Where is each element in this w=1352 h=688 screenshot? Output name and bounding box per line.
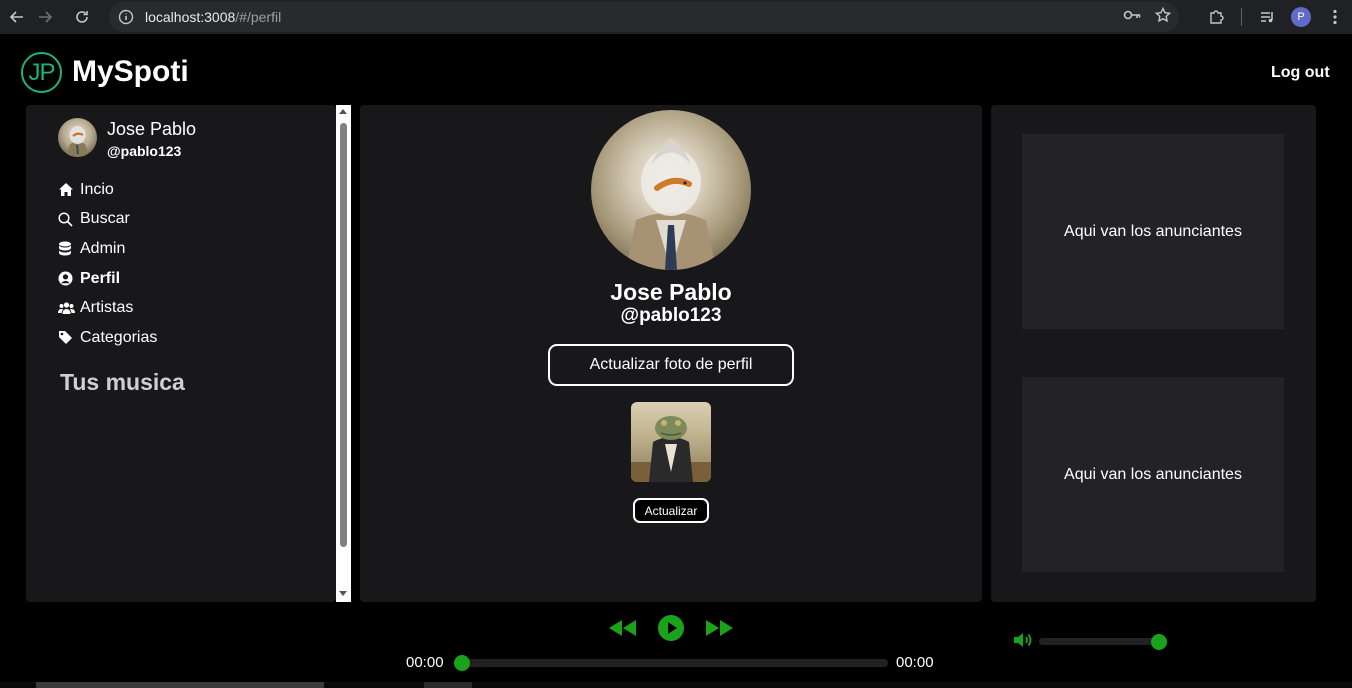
profile-avatar[interactable]: P xyxy=(1284,0,1318,34)
section-title-tus-musica: Tus musica xyxy=(60,369,185,395)
sidebar-item-categorias[interactable]: Categorias xyxy=(58,323,157,353)
sidebar-item-label: Incio xyxy=(80,180,114,198)
search-icon xyxy=(58,212,80,227)
sidebar-item-label: Artistas xyxy=(80,299,134,317)
address-bar[interactable]: localhost:3008/#/perfil xyxy=(109,2,1179,32)
home-icon xyxy=(58,182,80,197)
ad-slot[interactable]: Aqui van los anunciantes xyxy=(1022,377,1284,572)
sidebar-item-admin[interactable]: Admin xyxy=(58,234,157,264)
ad-slot[interactable]: Aqui van los anunciantes xyxy=(1022,134,1284,329)
sidebar: Jose Pablo @pablo123 Incio Buscar Admin … xyxy=(26,105,336,602)
profile-avatar-large xyxy=(591,110,751,270)
scroll-thumb[interactable] xyxy=(340,123,347,547)
media-queue-icon[interactable] xyxy=(1250,0,1284,34)
forward-icon[interactable] xyxy=(28,0,62,34)
progress-handle[interactable] xyxy=(454,655,470,671)
profile-handle: @pablo123 xyxy=(620,305,722,326)
horizontal-scroll-segment xyxy=(424,682,472,688)
progress-bar[interactable] xyxy=(460,659,888,667)
profile-initial: P xyxy=(1291,7,1311,27)
sidebar-scrollbar[interactable] xyxy=(336,105,351,602)
profile-panel: Jose Pablo @pablo123 Actualizar foto de … xyxy=(360,105,982,602)
avatar xyxy=(58,118,97,157)
play-icon[interactable] xyxy=(657,614,685,647)
app-header: JP MySpoti Log out xyxy=(0,41,1352,103)
reload-icon[interactable] xyxy=(65,0,99,34)
sidebar-item-perfil[interactable]: Perfil xyxy=(58,264,157,294)
rewind-icon[interactable] xyxy=(607,618,637,643)
extensions-icon[interactable] xyxy=(1199,0,1233,34)
site-info-icon[interactable] xyxy=(111,2,141,32)
volume-handle[interactable] xyxy=(1151,634,1167,650)
database-icon xyxy=(58,241,80,256)
sidebar-user-handle: @pablo123 xyxy=(107,143,182,159)
brand-title: MySpoti xyxy=(72,55,189,88)
photo-preview-image xyxy=(631,402,711,482)
fast-forward-icon[interactable] xyxy=(705,618,735,643)
sidebar-item-label: Buscar xyxy=(80,210,130,228)
tag-icon xyxy=(58,330,80,345)
sidebar-item-label: Perfil xyxy=(80,269,121,287)
sidebar-item-artistas[interactable]: Artistas xyxy=(58,293,157,323)
sidebar-item-label: Categorias xyxy=(80,328,158,346)
url-text: localhost:3008/#/perfil xyxy=(145,9,282,25)
users-icon xyxy=(58,301,80,315)
sidebar-item-incio[interactable]: Incio xyxy=(58,175,157,205)
sidebar-user-name: Jose Pablo xyxy=(107,119,197,139)
total-time: 00:00 xyxy=(896,654,934,671)
current-time: 00:00 xyxy=(406,654,444,671)
logout-button[interactable]: Log out xyxy=(1271,64,1330,82)
volume-icon[interactable] xyxy=(1013,631,1033,654)
horizontal-scrollbar[interactable] xyxy=(0,682,1352,688)
sidebar-nav: Incio Buscar Admin Perfil Artistas Categ… xyxy=(58,175,157,353)
logo[interactable]: JP xyxy=(21,52,62,93)
ads-panel: Aqui van los anunciantes Aqui van los an… xyxy=(991,105,1316,602)
horizontal-scroll-thumb[interactable] xyxy=(36,682,324,688)
profile-name: Jose Pablo xyxy=(610,279,732,305)
toolbar-divider xyxy=(1241,8,1242,26)
sidebar-item-buscar[interactable]: Buscar xyxy=(58,205,157,235)
volume-slider[interactable] xyxy=(1039,638,1161,645)
menu-kebab-icon[interactable] xyxy=(1318,0,1352,34)
key-icon[interactable] xyxy=(1123,8,1141,27)
update-button[interactable]: Actualizar xyxy=(633,498,709,523)
user-circle-icon xyxy=(58,271,80,286)
scroll-up-arrow-icon[interactable] xyxy=(339,109,347,114)
sidebar-item-label: Admin xyxy=(80,239,126,257)
browser-toolbar: localhost:3008/#/perfil P xyxy=(0,0,1352,34)
scroll-down-arrow-icon[interactable] xyxy=(339,591,347,596)
bookmark-star-icon[interactable] xyxy=(1154,6,1172,28)
update-profile-photo-button[interactable]: Actualizar foto de perfil xyxy=(548,344,794,386)
